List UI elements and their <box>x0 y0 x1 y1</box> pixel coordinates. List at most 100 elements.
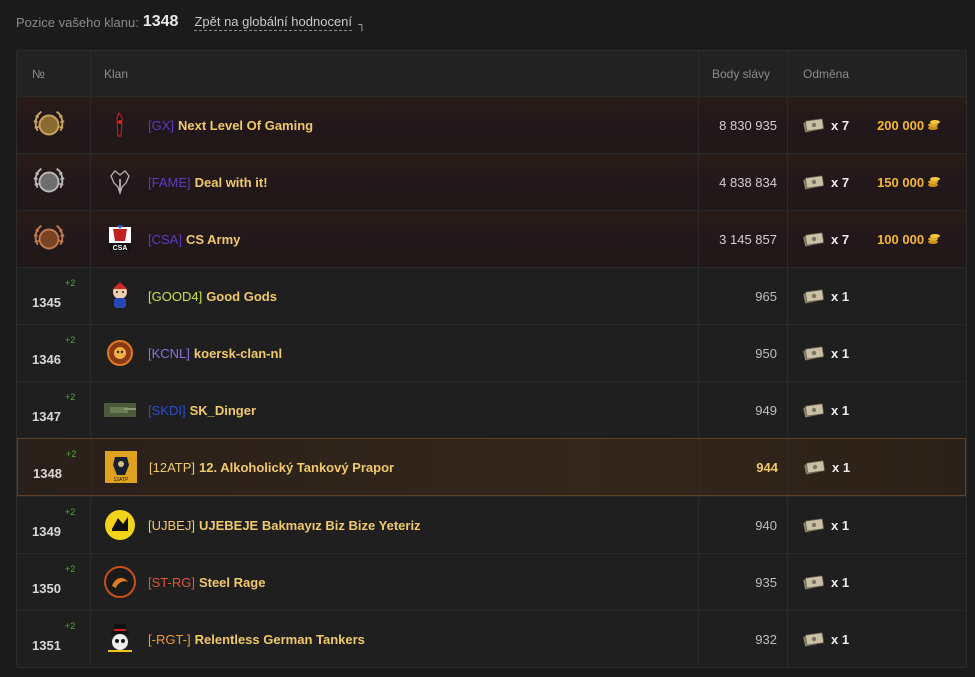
corner-arrow-icon: ┐ <box>358 19 366 31</box>
points-cell: 944 <box>701 439 789 495</box>
rank-number: 1351 <box>32 637 61 653</box>
points-cell: 965 <box>700 268 788 324</box>
rank-number: 1346 <box>32 351 61 367</box>
clan-name[interactable]: 12. Alkoholický Tankový Prapor <box>199 460 394 475</box>
fame-points: 965 <box>755 288 777 304</box>
table-row[interactable]: 1349 +2 [UJBEJ] UJEBEJE Bakmayız Biz Bize Y… <box>17 496 966 553</box>
points-column-header[interactable]: Body slávy <box>700 51 788 96</box>
back-to-global-link[interactable]: Zpět na globální hodnocení <box>194 14 353 31</box>
points-cell: 935 <box>700 554 788 610</box>
table-row[interactable]: [FAME] Deal with it! 4 838 834 x 7 150 000 <box>17 153 966 210</box>
rank-cell <box>17 97 91 153</box>
clan-tag[interactable]: [FAME] <box>148 175 191 190</box>
gold-amount: 200 000 <box>877 117 925 133</box>
points-cell: 950 <box>700 325 788 381</box>
rank-column-header[interactable]: № <box>17 51 91 96</box>
clan-tag[interactable]: [CSA] <box>148 232 182 247</box>
clan-name[interactable]: Deal with it! <box>195 175 268 190</box>
bonds-icon <box>803 345 825 361</box>
rank-medal-icon <box>33 110 65 136</box>
gold-reward: 200 000 <box>877 117 941 134</box>
bonds-multiplier: x 1 <box>831 288 850 304</box>
clan-column-header[interactable]: Klan <box>92 51 699 96</box>
fame-points: 949 <box>755 402 777 418</box>
clan-cell[interactable]: CSA [CSA] CS Army <box>92 211 699 267</box>
gold-icon <box>924 117 941 134</box>
clan-cell[interactable]: [GX] Next Level Of Gaming <box>92 97 699 153</box>
clan-name[interactable]: Good Gods <box>206 289 277 304</box>
clan-tag[interactable]: [-RGT-] <box>148 632 191 647</box>
clan-position-bar: Pozice vašeho klanu: 1348 Zpět na globál… <box>16 10 366 34</box>
clan-tag[interactable]: [12ATP] <box>149 460 195 475</box>
clan-tag[interactable]: [UJBEJ] <box>148 518 195 533</box>
reward-cell: x 1 <box>789 382 966 438</box>
table-row[interactable]: 1345 +2 [GOOD4] Good Gods 965 x 1 <box>17 267 966 324</box>
clan-cell[interactable]: [-RGT-] Relentless German Tankers <box>92 611 699 667</box>
bonds-multiplier: x 1 <box>831 517 850 533</box>
rank-change-badge: +2 <box>65 278 76 288</box>
rank-cell: 1350 +2 <box>17 554 91 610</box>
points-cell: 4 838 834 <box>700 154 788 210</box>
clan-tag[interactable]: [ST-RG] <box>148 575 195 590</box>
rank-number: 1345 <box>32 294 61 310</box>
clan-tag[interactable]: [GOOD4] <box>148 289 202 304</box>
fame-points: 950 <box>755 345 777 361</box>
reward-cell: x 1 <box>789 554 966 610</box>
reward-cell: x 1 <box>789 325 966 381</box>
bonds-icon <box>803 231 825 247</box>
fame-points: 944 <box>756 459 778 475</box>
bonds-multiplier: x 7 <box>831 117 850 133</box>
rank-number: 1349 <box>32 523 61 539</box>
reward-column-header[interactable]: Odměna <box>789 51 966 96</box>
table-row[interactable]: 1350 +2 [ST-RG] Steel Rage 935 x 1 <box>17 553 966 610</box>
clan-name[interactable]: Steel Rage <box>199 575 265 590</box>
table-row[interactable]: 1348 +2 12ATP [12ATP] 12. Alkoholický Tankov… <box>17 438 966 496</box>
clan-name[interactable]: SK_Dinger <box>190 403 256 418</box>
clan-cell[interactable]: [ST-RG] Steel Rage <box>92 554 699 610</box>
fame-points: 4 838 834 <box>719 174 777 190</box>
reward-cell: x 7 150 000 <box>789 154 966 210</box>
points-cell: 8 830 935 <box>700 97 788 153</box>
rank-change-badge: +2 <box>65 621 76 631</box>
rank-change-badge: +2 <box>65 564 76 574</box>
clan-cell[interactable]: [KCNL] koersk-clan-nl <box>92 325 699 381</box>
clan-tag[interactable]: [GX] <box>148 118 174 133</box>
clan-cell[interactable]: [UJBEJ] UJEBEJE Bakmayız Biz Bize Yeteriz <box>92 497 699 553</box>
reward-cell: x 1 <box>790 439 967 495</box>
reward-cell: x 1 <box>789 611 966 667</box>
rank-cell: 1351 +2 <box>17 611 91 667</box>
table-row[interactable]: CSA [CSA] CS Army 3 145 857 x 7 100 000 <box>17 210 966 267</box>
table-row[interactable]: 1346 +2 [KCNL] koersk-clan-nl 950 x 1 <box>17 324 966 381</box>
table-row[interactable]: 1347 +2 [SKDI] SK_Dinger 949 x 1 <box>17 381 966 438</box>
bonds-icon <box>803 517 825 533</box>
rank-medal-icon <box>33 167 65 193</box>
fame-points: 932 <box>755 631 777 647</box>
rank-number: 1347 <box>32 408 61 424</box>
svg-text:12ATP: 12ATP <box>114 477 130 483</box>
bonds-multiplier: x 1 <box>831 402 850 418</box>
points-cell: 3 145 857 <box>700 211 788 267</box>
clan-name[interactable]: Relentless German Tankers <box>195 632 365 647</box>
clan-tag[interactable]: [SKDI] <box>148 403 186 418</box>
clan-cell[interactable]: 12ATP [12ATP] 12. Alkoholický Tankový Prap… <box>93 439 700 495</box>
clan-tag[interactable]: [KCNL] <box>148 346 190 361</box>
clan-name[interactable]: koersk-clan-nl <box>194 346 282 361</box>
rank-cell: 1349 +2 <box>17 497 91 553</box>
bonds-icon <box>803 117 825 133</box>
rank-cell <box>17 211 91 267</box>
table-row[interactable]: 1351 +2 [-RGT-] Relentless German Tankers 93… <box>17 610 966 667</box>
gold-icon <box>924 174 941 191</box>
clan-cell[interactable]: [GOOD4] Good Gods <box>92 268 699 324</box>
bonds-icon <box>804 459 826 475</box>
clan-name[interactable]: Next Level Of Gaming <box>178 118 313 133</box>
bonds-icon <box>803 174 825 190</box>
clan-cell[interactable]: [FAME] Deal with it! <box>92 154 699 210</box>
clan-name[interactable]: UJEBEJE Bakmayız Biz Bize Yeteriz <box>199 518 421 533</box>
bonds-multiplier: x 1 <box>831 574 850 590</box>
good4-icon <box>104 280 136 312</box>
clan-name[interactable]: CS Army <box>186 232 240 247</box>
table-row[interactable]: [GX] Next Level Of Gaming 8 830 935 x 7 200 … <box>17 96 966 153</box>
clan-cell[interactable]: [SKDI] SK_Dinger <box>92 382 699 438</box>
ujbej-icon <box>104 509 136 541</box>
reward-cell: x 1 <box>789 497 966 553</box>
